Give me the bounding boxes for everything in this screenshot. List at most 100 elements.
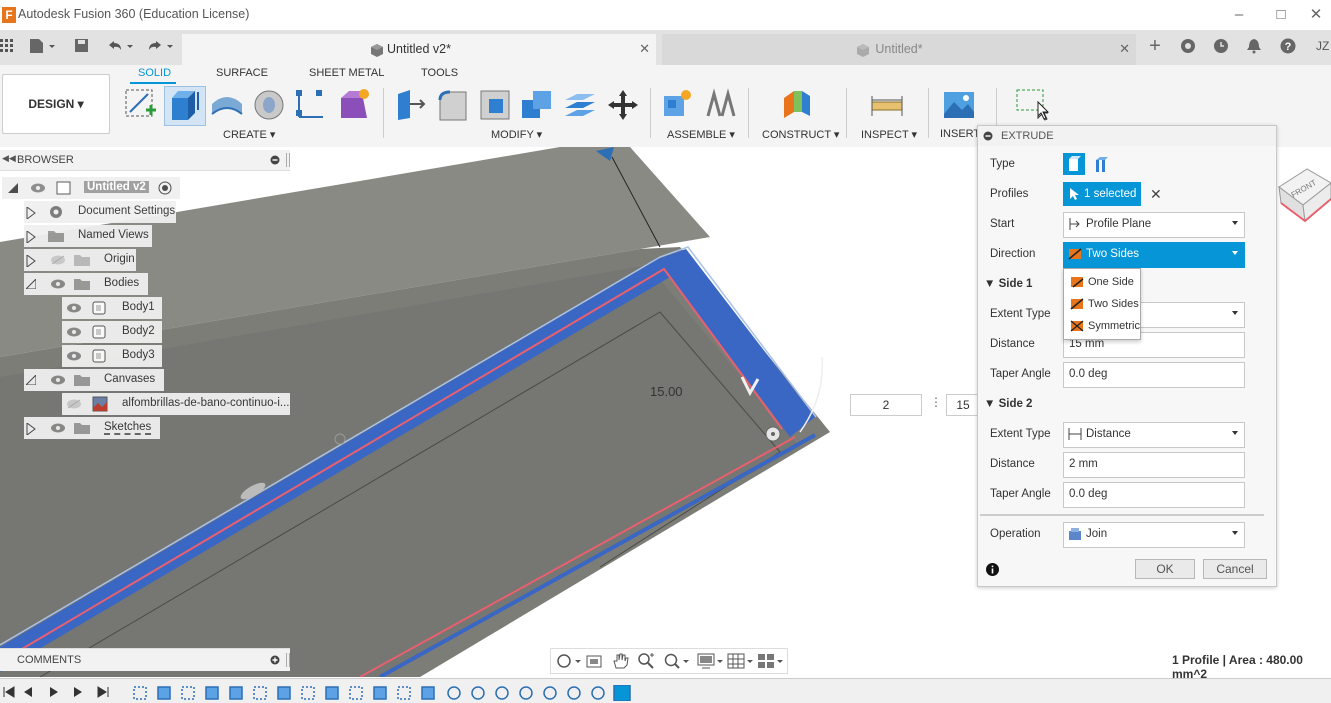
eye-icon[interactable] — [66, 327, 82, 337]
expanded-arrow-icon[interactable] — [8, 183, 18, 193]
tab-tools[interactable]: TOOLS — [421, 67, 458, 79]
maximize-button[interactable]: □ — [1268, 4, 1294, 26]
fillet-icon[interactable] — [436, 88, 470, 122]
measure-icon[interactable] — [870, 88, 904, 122]
clock-icon[interactable] — [1213, 38, 1229, 54]
viewcube[interactable]: FRONT — [1275, 165, 1331, 225]
collapse-dialog-icon[interactable] — [983, 131, 993, 141]
browser-item-body1[interactable]: Body1 — [62, 297, 162, 319]
operation-dropdown[interactable]: Join — [1063, 522, 1245, 548]
new-component-icon[interactable] — [660, 88, 694, 122]
browser-item-body2[interactable]: Body2 — [62, 321, 162, 343]
direction-dropdown[interactable]: Two Sides — [1063, 242, 1245, 268]
cancel-button[interactable]: Cancel — [1203, 559, 1267, 579]
offset-plane-icon[interactable] — [780, 88, 814, 122]
side2-distance-input[interactable]: 2 mm — [1063, 452, 1245, 478]
side1-taper-input[interactable]: 0.0 deg — [1063, 362, 1245, 388]
collapsed-arrow-icon[interactable] — [26, 423, 36, 435]
tab-solid[interactable]: SOLID — [138, 67, 171, 79]
redo-icon[interactable] — [146, 38, 176, 54]
assemble-menu[interactable]: ASSEMBLE ▾ — [667, 128, 735, 141]
browser-item-canvas-image[interactable]: alfombrillas-de-bano-continuo-i... — [62, 393, 290, 415]
eye-icon[interactable] — [30, 183, 46, 193]
help-icon[interactable]: ? — [1280, 38, 1296, 54]
expanded-arrow-icon[interactable] — [26, 279, 36, 289]
grid-settings-icon[interactable] — [727, 652, 755, 670]
browser-item-named-views[interactable]: Named Views — [24, 225, 152, 247]
press-pull-icon[interactable] — [394, 88, 428, 122]
pan-hand-icon[interactable] — [611, 652, 629, 670]
shell-icon[interactable] — [478, 88, 512, 122]
collapsed-arrow-icon[interactable] — [26, 255, 36, 267]
timeline-features[interactable] — [132, 685, 642, 701]
eye-icon[interactable] — [50, 375, 66, 385]
option-symmetric[interactable]: Symmetric — [1064, 315, 1140, 337]
joint-icon[interactable] — [704, 88, 738, 122]
pattern-icon[interactable] — [294, 88, 328, 122]
display-settings-icon[interactable] — [697, 652, 725, 670]
browser-item-canvases[interactable]: Canvases — [24, 369, 164, 391]
clear-selection-icon[interactable]: ✕ — [1150, 186, 1162, 203]
modify-menu[interactable]: MODIFY ▾ — [491, 128, 542, 141]
timeline-playback-controls[interactable] — [0, 685, 120, 699]
viewports-icon[interactable] — [757, 652, 785, 670]
zoom-icon[interactable] — [637, 652, 655, 670]
create-menu[interactable]: CREATE ▾ — [223, 128, 275, 141]
collapse-panel-icon[interactable]: ◀◀ — [2, 153, 16, 164]
side2-header[interactable]: ▼ Side 2 — [984, 398, 1032, 410]
browser-item-body3[interactable]: Body3 — [62, 345, 162, 367]
close-window-button[interactable]: ✕ — [1303, 4, 1329, 26]
construct-menu[interactable]: CONSTRUCT ▾ — [762, 128, 839, 141]
panel-resize-handle[interactable] — [286, 153, 290, 167]
eye-icon[interactable] — [66, 351, 82, 361]
orbit-icon[interactable] — [555, 652, 581, 670]
eye-icon[interactable] — [50, 279, 66, 289]
close-tab-icon[interactable]: ✕ — [639, 41, 650, 57]
move-icon[interactable] — [606, 88, 640, 122]
user-avatar[interactable]: JZ — [1316, 39, 1329, 53]
activate-radio-icon[interactable] — [158, 181, 172, 195]
type-solid-button[interactable] — [1063, 153, 1085, 175]
browser-item-origin[interactable]: Origin — [24, 249, 136, 271]
insert-canvas-icon[interactable] — [942, 88, 976, 122]
workspace-switcher-button[interactable]: DESIGN ▾ — [2, 74, 110, 134]
sweep-icon[interactable] — [252, 88, 286, 122]
close-tab-icon[interactable]: ✕ — [1119, 41, 1130, 57]
add-comment-icon[interactable] — [270, 655, 280, 665]
offset-face-icon[interactable] — [563, 88, 597, 122]
eye-icon[interactable] — [66, 303, 82, 313]
browser-item-bodies[interactable]: Bodies — [24, 273, 148, 295]
side2-taper-input[interactable]: 0.0 deg — [1063, 482, 1245, 508]
panel-resize-handle[interactable] — [286, 653, 290, 667]
insert-menu[interactable]: INSERT — [940, 128, 980, 140]
distance-input-side1[interactable]: 15 — [946, 394, 980, 416]
file-menu-icon[interactable] — [28, 38, 56, 54]
hidden-eye-icon[interactable] — [66, 399, 82, 409]
browser-item-sketches[interactable]: Sketches — [24, 417, 160, 439]
minimize-panel-icon[interactable] — [270, 155, 280, 165]
option-two-sides[interactable]: Two Sides — [1064, 293, 1140, 315]
side1-header[interactable]: ▼ Side 1 — [984, 278, 1032, 290]
plus-icon[interactable]: + — [1145, 35, 1165, 57]
browser-item-document-settings[interactable]: Document Settings — [24, 201, 176, 223]
profiles-selection-button[interactable]: 1 selected — [1063, 182, 1141, 206]
dimension-label[interactable]: 15.00 — [650, 384, 683, 399]
option-one-side[interactable]: One Side — [1064, 271, 1140, 293]
undo-icon[interactable] — [106, 38, 136, 54]
minimize-button[interactable]: – — [1226, 4, 1252, 26]
bell-icon[interactable] — [1246, 38, 1262, 54]
form-icon[interactable] — [337, 88, 371, 122]
eye-icon[interactable] — [50, 423, 66, 433]
tab-surface[interactable]: SURFACE — [216, 67, 268, 79]
revolve-icon[interactable] — [210, 88, 244, 122]
more-icon[interactable]: ⋮ — [930, 395, 942, 409]
info-icon[interactable] — [986, 563, 999, 576]
expanded-arrow-icon[interactable] — [26, 375, 36, 385]
save-icon[interactable] — [74, 38, 90, 54]
ok-button[interactable]: OK — [1135, 559, 1195, 579]
data-panel-grid-icon[interactable] — [0, 39, 14, 53]
hidden-eye-icon[interactable] — [50, 255, 66, 265]
fit-zoom-icon[interactable] — [663, 652, 691, 670]
combine-icon[interactable] — [520, 88, 554, 122]
distance-input-side2[interactable]: 2 — [850, 394, 922, 416]
